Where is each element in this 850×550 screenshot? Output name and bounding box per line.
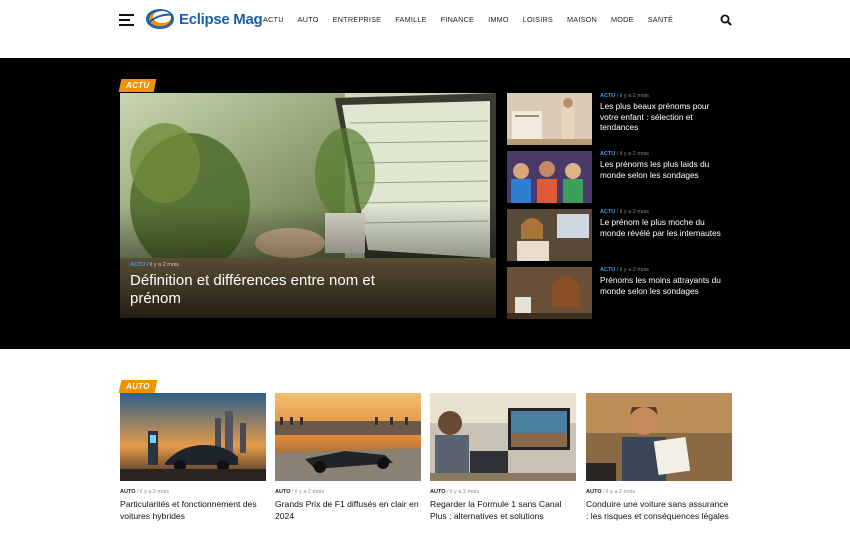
article-card[interactable]: AUTO / il y a 2 mois Conduire une voitur… <box>586 393 732 522</box>
hero-time: il y a 2 mois <box>149 262 179 268</box>
side-article[interactable]: ACTU / il y a 2 mois Le prénom le plus m… <box>507 209 732 261</box>
hero-meta: ACTU / il y a 2 mois <box>130 262 179 268</box>
side-article[interactable]: ACTU / il y a 2 mois Les prénoms les plu… <box>507 151 732 203</box>
side-article[interactable]: ACTU / il y a 2 mois Les plus beaux prén… <box>507 93 732 145</box>
nav-item-maison[interactable]: MAISON <box>567 15 597 24</box>
card-time: il y a 2 mois <box>295 489 325 495</box>
hero-section: ACTU ACTU / il y a 2 mois Définition et … <box>0 58 850 349</box>
side-meta: ACTU / il y a 2 mois <box>600 267 649 273</box>
site-logo[interactable]: Eclipse Mag <box>145 5 263 33</box>
main-nav: ACTU AUTO ENTREPRISE FAMILLE FINANCE IMM… <box>263 15 673 24</box>
nav-item-immo[interactable]: IMMO <box>488 15 509 24</box>
card-thumbnail[interactable] <box>586 393 732 481</box>
card-meta: AUTO / il y a 2 mois <box>586 489 636 495</box>
hero-title[interactable]: Définition et différences entre nom et p… <box>130 272 410 308</box>
side-thumbnail[interactable] <box>507 267 592 319</box>
card-thumbnail[interactable] <box>430 393 576 481</box>
card-time: il y a 2 mois <box>140 489 170 495</box>
card-category[interactable]: AUTO <box>586 489 601 495</box>
search-icon[interactable] <box>720 14 732 26</box>
hero-main-article[interactable]: ACTU / il y a 2 mois Définition et diffé… <box>120 93 496 318</box>
article-card[interactable]: AUTO / il y a 2 mois Particularités et f… <box>120 393 266 522</box>
card-meta: AUTO / il y a 2 mois <box>275 489 325 495</box>
nav-item-mode[interactable]: MODE <box>611 15 634 24</box>
side-time: il y a 2 mois <box>619 93 649 99</box>
card-title[interactable]: Regarder la Formule 1 sans Canal Plus : … <box>430 499 576 522</box>
side-meta: ACTU / il y a 2 mois <box>600 93 649 99</box>
card-thumbnail[interactable] <box>275 393 421 481</box>
side-time: il y a 2 mois <box>619 267 649 273</box>
section-tag-auto[interactable]: AUTO <box>118 380 158 393</box>
nav-item-actu[interactable]: ACTU <box>263 15 284 24</box>
nav-item-finance[interactable]: FINANCE <box>441 15 474 24</box>
side-meta: ACTU / il y a 2 mois <box>600 209 649 215</box>
card-category[interactable]: AUTO <box>430 489 445 495</box>
side-time: il y a 2 mois <box>619 151 649 157</box>
card-category[interactable]: AUTO <box>275 489 290 495</box>
card-meta: AUTO / il y a 2 mois <box>430 489 480 495</box>
side-category[interactable]: ACTU <box>600 151 615 157</box>
side-article[interactable]: ACTU / il y a 2 mois Prénoms les moins a… <box>507 267 732 319</box>
side-title[interactable]: Le prénom le plus moche du monde révélé … <box>600 217 725 238</box>
nav-item-loisirs[interactable]: LOISIRS <box>523 15 553 24</box>
site-header: Eclipse Mag ACTU AUTO ENTREPRISE FAMILLE… <box>0 0 850 40</box>
side-title[interactable]: Les prénoms les plus laids du monde selo… <box>600 159 725 180</box>
logo-icon <box>146 9 174 29</box>
side-thumbnail[interactable] <box>507 93 592 145</box>
side-category[interactable]: ACTU <box>600 267 615 273</box>
card-category[interactable]: AUTO <box>120 489 135 495</box>
card-thumbnail[interactable] <box>120 393 266 481</box>
side-time: il y a 2 mois <box>619 209 649 215</box>
card-title[interactable]: Particularités et fonctionnement des voi… <box>120 499 266 522</box>
card-title[interactable]: Grands Prix de F1 diffusés en clair en 2… <box>275 499 421 522</box>
card-time: il y a 2 mois <box>606 489 636 495</box>
menu-icon[interactable] <box>119 14 134 26</box>
section-tag-actu[interactable]: ACTU <box>118 79 157 92</box>
side-meta: ACTU / il y a 2 mois <box>600 151 649 157</box>
side-thumbnail[interactable] <box>507 151 592 203</box>
nav-item-auto[interactable]: AUTO <box>298 15 319 24</box>
side-title[interactable]: Prénoms les moins attrayants du monde se… <box>600 275 725 296</box>
nav-item-famille[interactable]: FAMILLE <box>395 15 426 24</box>
card-title[interactable]: Conduire une voiture sans assurance : le… <box>586 499 732 522</box>
hero-category[interactable]: ACTU <box>130 262 145 268</box>
side-thumbnail[interactable] <box>507 209 592 261</box>
side-category[interactable]: ACTU <box>600 93 615 99</box>
article-card[interactable]: AUTO / il y a 2 mois Grands Prix de F1 d… <box>275 393 421 522</box>
nav-item-entreprise[interactable]: ENTREPRISE <box>333 15 382 24</box>
side-category[interactable]: ACTU <box>600 209 615 215</box>
card-time: il y a 2 mois <box>450 489 480 495</box>
article-card[interactable]: AUTO / il y a 2 mois Regarder la Formule… <box>430 393 576 522</box>
side-title[interactable]: Les plus beaux prénoms pour votre enfant… <box>600 101 725 133</box>
nav-item-sante[interactable]: SANTÉ <box>648 15 673 24</box>
card-meta: AUTO / il y a 2 mois <box>120 489 170 495</box>
brand-name: Eclipse Mag <box>179 10 263 28</box>
